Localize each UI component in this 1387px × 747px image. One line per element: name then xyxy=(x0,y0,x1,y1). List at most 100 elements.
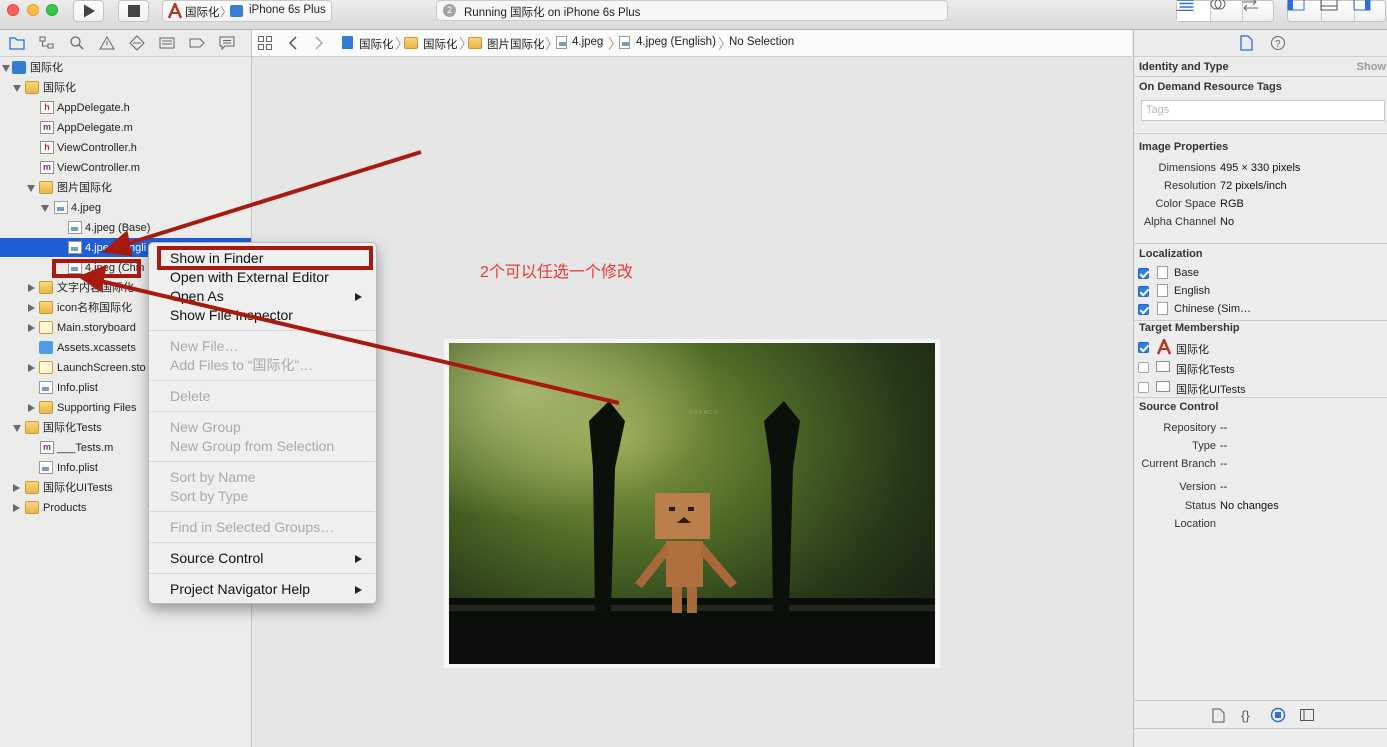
forward-chevron-icon[interactable] xyxy=(314,36,324,50)
debug-navigator-icon[interactable] xyxy=(159,35,175,51)
app-target-icon xyxy=(167,3,183,19)
header-file-icon: h xyxy=(40,101,54,114)
tree-row-group[interactable]: 图片国际化 xyxy=(0,178,251,198)
file-template-library-icon[interactable] xyxy=(1212,708,1225,723)
breadcrumb-project[interactable]: 国际化 xyxy=(359,36,394,52)
menu-item-source-control[interactable]: Source Control xyxy=(149,549,376,568)
zoom-window-button[interactable] xyxy=(46,4,58,16)
media-library-icon[interactable] xyxy=(1300,709,1314,721)
menu-item-show-file-inspector[interactable]: Show File Inspector xyxy=(149,306,376,325)
breadcrumb-selection[interactable]: No Selection xyxy=(729,36,794,48)
tree-row-variant-group[interactable]: 4.jpeg xyxy=(0,198,251,218)
tree-item-label: Assets.xcassets xyxy=(57,342,136,354)
report-navigator-bubble-icon[interactable] xyxy=(219,35,235,51)
disclosure-closed-icon[interactable] xyxy=(28,324,35,332)
assistant-editor-button[interactable] xyxy=(1210,0,1243,21)
code-snippet-library-icon[interactable]: {} xyxy=(1241,708,1250,723)
localization-english-checkbox[interactable] xyxy=(1138,286,1149,297)
section-divider xyxy=(1134,243,1387,244)
menu-item-new-file[interactable]: New File… xyxy=(149,337,376,356)
tree-row-file[interactable]: m AppDelegate.m xyxy=(0,118,251,138)
menu-item-open-as[interactable]: Open As xyxy=(149,287,376,306)
localization-base-checkbox[interactable] xyxy=(1138,268,1149,279)
plist-file-icon xyxy=(39,381,53,394)
breadcrumb-variant-group[interactable]: 4.jpeg xyxy=(572,36,603,48)
tree-item-label: Info.plist xyxy=(57,462,98,474)
left-panel-icon xyxy=(1287,0,1305,11)
disclosure-open-icon[interactable] xyxy=(13,85,21,92)
toggle-debug-area-button[interactable] xyxy=(1320,0,1355,21)
breakpoint-navigator-icon[interactable] xyxy=(189,35,205,51)
menu-item-label: Delete xyxy=(170,388,211,404)
breadcrumb-file[interactable]: 4.jpeg (English) xyxy=(636,36,716,48)
assistant-rings-icon xyxy=(1210,0,1226,10)
menu-item-sort-by-type[interactable]: Sort by Type xyxy=(149,487,376,506)
object-library-icon[interactable] xyxy=(1270,707,1286,723)
image-file-icon xyxy=(68,241,82,254)
show-section-button[interactable]: Show xyxy=(1357,61,1386,73)
disclosure-open-icon[interactable] xyxy=(27,185,35,192)
version-editor-button[interactable] xyxy=(1242,0,1275,21)
menu-item-label: New Group xyxy=(170,419,241,435)
disclosure-closed-icon[interactable] xyxy=(28,404,35,412)
localization-chinese-checkbox[interactable] xyxy=(1138,304,1149,315)
file-inspector-document-icon[interactable] xyxy=(1240,35,1253,51)
submenu-arrow-icon xyxy=(355,293,362,301)
tags-input[interactable]: Tags xyxy=(1141,100,1385,121)
tree-item-label: Main.storyboard xyxy=(57,322,136,334)
disclosure-open-icon[interactable] xyxy=(13,425,21,432)
symbol-navigator-icon[interactable] xyxy=(39,35,55,51)
menu-separator xyxy=(150,380,375,381)
folder-icon xyxy=(404,37,418,49)
menu-item-new-group-from-selection[interactable]: New Group from Selection xyxy=(149,437,376,456)
breadcrumb-group[interactable]: 国际化 xyxy=(423,36,458,52)
toggle-navigator-button[interactable] xyxy=(1287,0,1322,21)
tree-row-project[interactable]: 国际化 xyxy=(0,58,251,78)
menu-item-new-group[interactable]: New Group xyxy=(149,418,376,437)
minimize-window-button[interactable] xyxy=(27,4,39,16)
issue-count-badge[interactable]: 2 xyxy=(443,4,456,17)
target-app-checkbox[interactable] xyxy=(1138,342,1149,353)
target-tests-checkbox[interactable] xyxy=(1138,362,1149,373)
breadcrumb-subgroup[interactable]: 图片国际化 xyxy=(487,36,545,52)
stop-button[interactable] xyxy=(118,0,149,22)
disclosure-open-icon[interactable] xyxy=(2,65,10,72)
scheme-selector[interactable]: 国际化 〉 iPhone 6s Plus xyxy=(162,0,332,22)
menu-separator xyxy=(150,542,375,543)
project-navigator-folder-icon[interactable] xyxy=(9,35,25,51)
submenu-arrow-icon xyxy=(355,586,362,594)
disclosure-closed-icon[interactable] xyxy=(13,484,20,492)
tree-item-label: Supporting Files xyxy=(57,402,137,414)
tree-row-file[interactable]: 4.jpeg (Base) xyxy=(0,218,251,238)
quick-help-question-icon[interactable]: ? xyxy=(1270,35,1286,51)
disclosure-closed-icon[interactable] xyxy=(13,504,20,512)
stop-icon xyxy=(127,5,140,17)
menu-item-add-files[interactable]: Add Files to “国际化”… xyxy=(149,356,376,375)
tree-row-group[interactable]: 国际化 xyxy=(0,78,251,98)
activity-status-field: 2 Running 国际化 on iPhone 6s Plus xyxy=(436,0,948,21)
menu-item-delete[interactable]: Delete xyxy=(149,387,376,406)
menu-item-find-in-selected-groups[interactable]: Find in Selected Groups… xyxy=(149,518,376,537)
close-window-button[interactable] xyxy=(7,4,19,16)
standard-editor-button[interactable] xyxy=(1176,0,1211,21)
danbo-photo-illustration: DRENCH xyxy=(449,343,935,664)
disclosure-closed-icon[interactable] xyxy=(28,364,35,372)
menu-item-open-external-editor[interactable]: Open with External Editor xyxy=(149,268,376,287)
disclosure-open-icon[interactable] xyxy=(41,205,49,212)
issue-navigator-warning-icon[interactable] xyxy=(99,35,115,51)
toggle-utilities-button[interactable] xyxy=(1353,0,1387,21)
tree-row-file[interactable]: h ViewController.h xyxy=(0,138,251,158)
back-chevron-icon[interactable] xyxy=(288,36,298,50)
localization-title: Localization xyxy=(1139,248,1203,260)
find-navigator-search-icon[interactable] xyxy=(69,35,85,51)
menu-item-project-navigator-help[interactable]: Project Navigator Help xyxy=(149,580,376,599)
run-button[interactable] xyxy=(73,0,104,22)
tree-row-file[interactable]: h AppDelegate.h xyxy=(0,98,251,118)
tree-row-file[interactable]: m ViewController.m xyxy=(0,158,251,178)
test-navigator-diamond-icon[interactable] xyxy=(129,35,145,51)
target-uitests-checkbox[interactable] xyxy=(1138,382,1149,393)
disclosure-closed-icon[interactable] xyxy=(28,304,35,312)
disclosure-closed-icon[interactable] xyxy=(28,284,35,292)
related-items-grid-icon[interactable] xyxy=(258,36,272,50)
menu-item-sort-by-name[interactable]: Sort by Name xyxy=(149,468,376,487)
